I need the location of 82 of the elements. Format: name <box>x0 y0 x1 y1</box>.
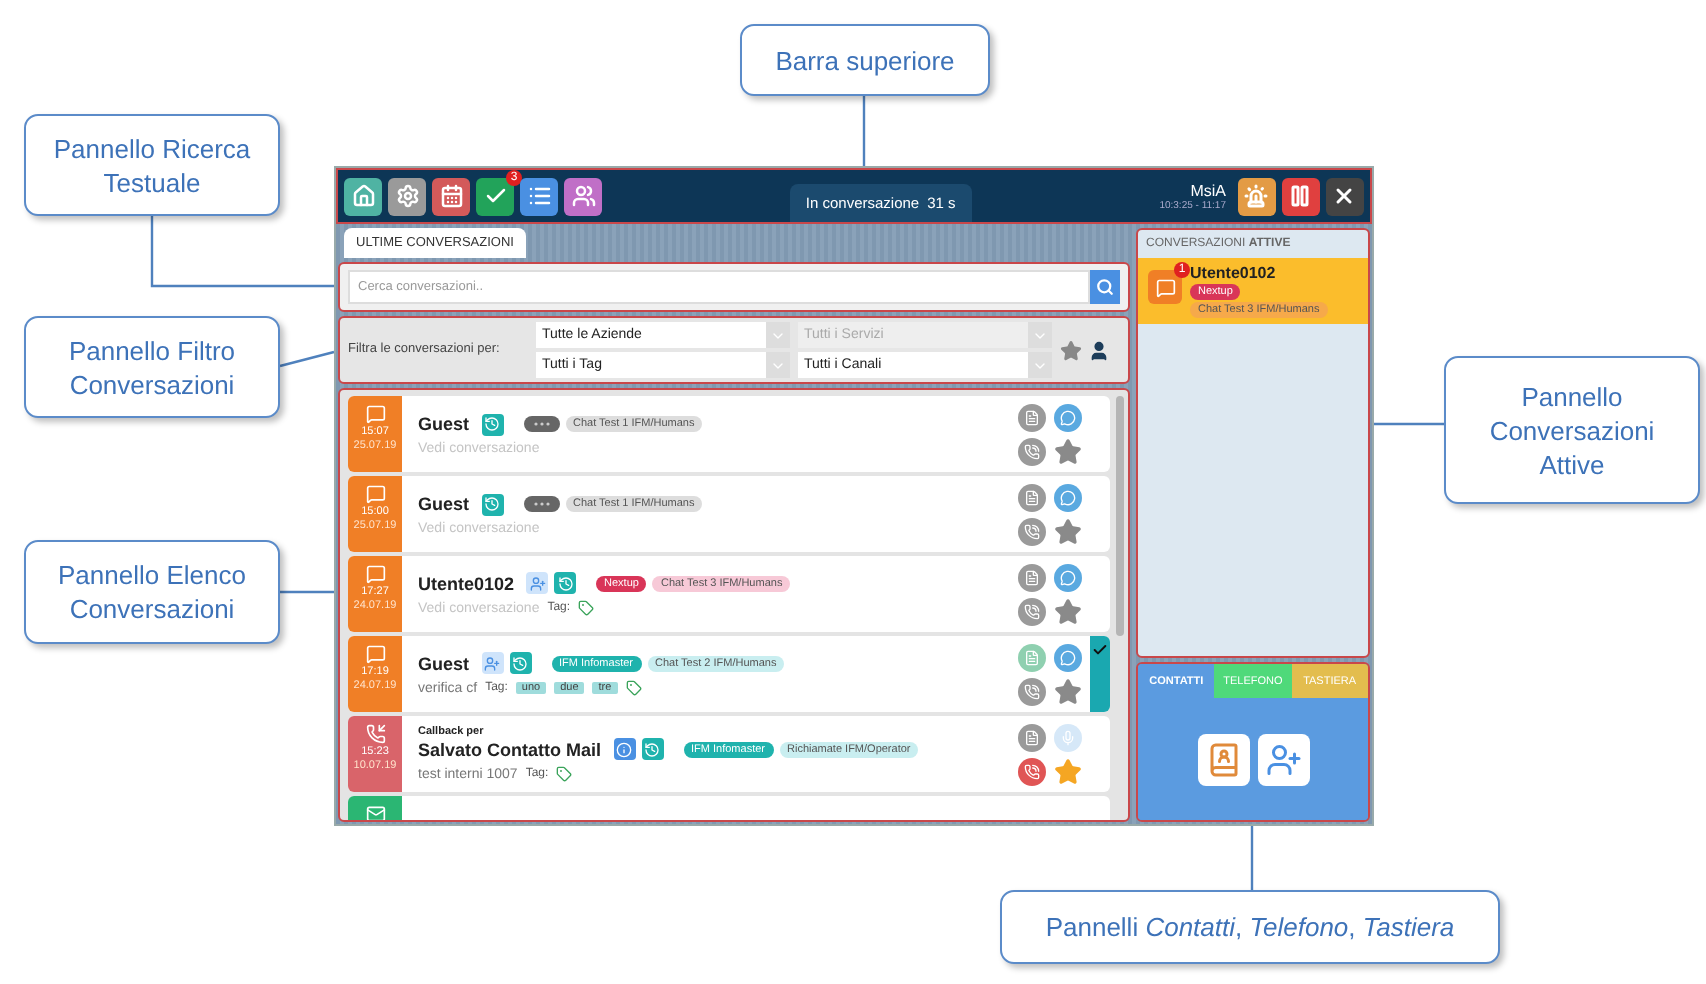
add-contact-button[interactable] <box>1257 733 1309 785</box>
contact-name: Guest <box>418 653 470 673</box>
leader-line <box>862 96 866 166</box>
chat-icon <box>365 484 385 504</box>
chat-bubble-icon[interactable] <box>1054 483 1082 511</box>
chat-bubble-icon[interactable] <box>1054 403 1082 431</box>
history-icon[interactable] <box>641 738 664 760</box>
list-icon <box>527 184 551 208</box>
star-icon[interactable] <box>1054 677 1082 705</box>
siren-icon <box>1244 184 1269 208</box>
person-icon[interactable] <box>1088 339 1110 361</box>
document-icon[interactable] <box>1018 483 1046 511</box>
history-icon[interactable] <box>481 493 504 515</box>
document-icon[interactable] <box>1018 563 1046 591</box>
pause-icon <box>1288 184 1313 208</box>
user-name: MsiA <box>1190 181 1226 199</box>
contact-name: Salvato Contatto Mail <box>418 739 602 759</box>
contact-name: Guest <box>418 414 470 434</box>
chat-bubble-icon[interactable] <box>1054 643 1082 671</box>
gear-icon <box>395 184 419 208</box>
tag-icon[interactable] <box>625 680 642 696</box>
list-button[interactable] <box>520 177 558 215</box>
callout-label: Pannello Ricerca Testuale <box>24 114 280 216</box>
leader-line <box>1374 422 1444 426</box>
chat-icon <box>365 644 385 664</box>
phone-call-icon[interactable] <box>1018 757 1046 785</box>
contact-name: Guest <box>418 494 470 514</box>
address-book-icon <box>1205 741 1241 777</box>
star-icon[interactable] <box>1054 437 1082 465</box>
speech-bubble-icon <box>1155 277 1175 297</box>
callout-label: Pannelli Contatti, Telefono, Tastiera <box>1000 890 1500 964</box>
contact-name: Utente0102 <box>1190 264 1276 282</box>
contact-name: Utente0102 <box>418 573 515 593</box>
callout-label: Pannello Elenco Conversazioni <box>24 540 280 644</box>
leader-line <box>1250 826 1254 890</box>
mail-icon <box>365 804 385 820</box>
users-button[interactable] <box>564 177 602 215</box>
add-user-icon[interactable] <box>481 652 504 674</box>
settings-button[interactable] <box>388 177 426 215</box>
callout-label: Pannello Conversazioni Attive <box>1444 356 1700 504</box>
phone-call-icon[interactable] <box>1018 597 1046 625</box>
star-icon[interactable] <box>1060 339 1082 361</box>
document-icon[interactable] <box>1018 403 1046 431</box>
add-user-icon[interactable] <box>526 572 549 594</box>
chat-bubble-icon[interactable] <box>1054 563 1082 591</box>
leader-line <box>279 350 335 368</box>
chat-icon <box>365 564 385 584</box>
tag-icon[interactable] <box>556 766 573 782</box>
check-icon <box>483 184 507 208</box>
check-icon <box>1092 642 1108 658</box>
selection-strip[interactable] <box>1090 636 1110 712</box>
home-icon <box>351 184 375 208</box>
callout-label: Barra superiore <box>740 24 990 96</box>
chat-icon <box>365 404 385 424</box>
users-icon <box>571 184 595 208</box>
address-book-button[interactable] <box>1197 733 1249 785</box>
calendar-icon <box>439 184 463 208</box>
home-button[interactable] <box>344 177 382 215</box>
search-button[interactable] <box>1090 270 1120 304</box>
pause-button[interactable] <box>1281 177 1320 215</box>
phone-call-icon[interactable] <box>1018 517 1046 545</box>
phone-call-icon[interactable] <box>1018 677 1046 705</box>
history-icon[interactable] <box>554 572 577 594</box>
star-icon[interactable] <box>1054 517 1082 545</box>
history-icon[interactable] <box>509 652 532 674</box>
add-user-icon <box>1265 741 1301 777</box>
close-icon <box>1332 184 1357 208</box>
star-icon[interactable] <box>1054 757 1082 785</box>
document-icon[interactable] <box>1018 723 1046 751</box>
info-icon[interactable] <box>613 738 636 760</box>
phone-icon <box>365 724 385 744</box>
leader-line <box>280 590 334 594</box>
search-icon <box>1096 278 1114 296</box>
phone-call-icon[interactable] <box>1018 437 1046 465</box>
close-button[interactable] <box>1325 177 1364 215</box>
star-icon[interactable] <box>1054 597 1082 625</box>
siren-button[interactable] <box>1237 177 1276 215</box>
history-icon[interactable] <box>481 413 504 435</box>
calendar-button[interactable] <box>432 177 470 215</box>
document-icon[interactable] <box>1018 643 1046 671</box>
tag-icon[interactable] <box>578 600 595 616</box>
callout-label: Pannello Filtro Conversazioni <box>24 316 280 418</box>
